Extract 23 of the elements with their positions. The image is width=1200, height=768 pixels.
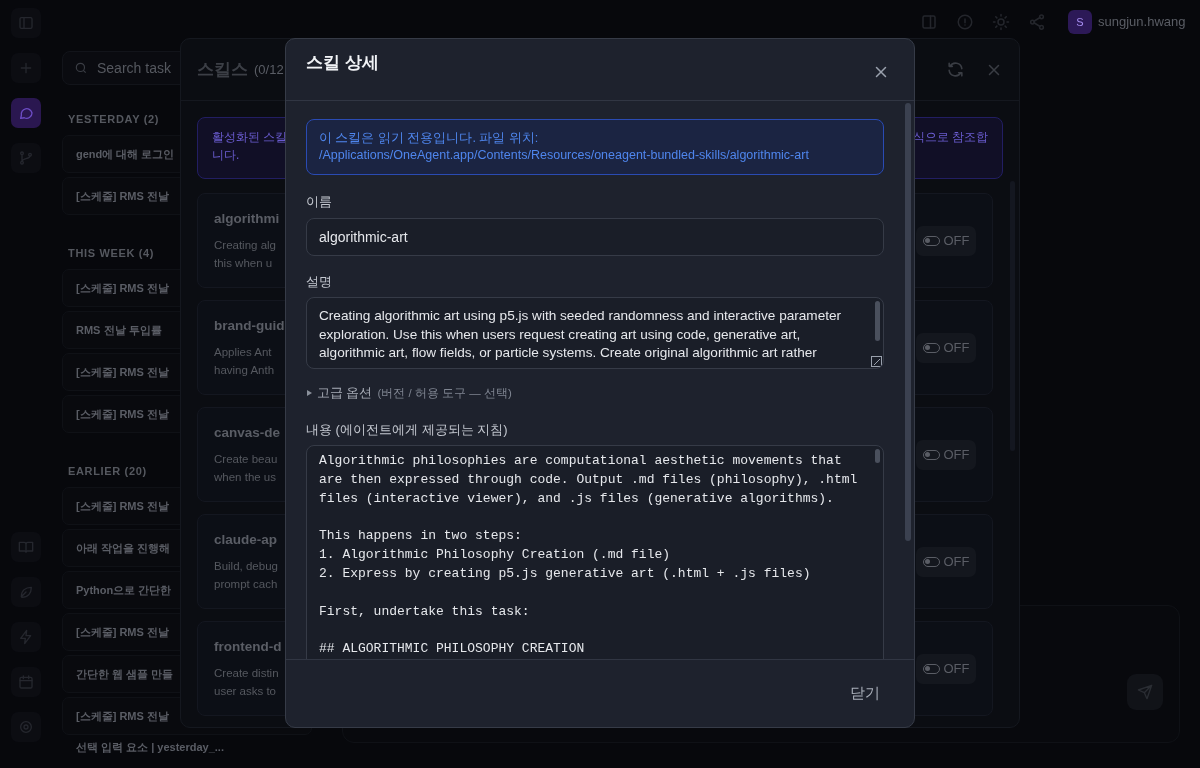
field-label: 설명 — [306, 272, 333, 291]
skill-name: algorithmi — [214, 210, 280, 229]
banner-text: 활성화된 스킬 — [212, 129, 288, 146]
group-title: YESTERDAY (2) — [68, 111, 160, 127]
skill-description: Build, debug prompt cach — [214, 558, 278, 592]
skill-description: Applies Ant having Anth — [214, 344, 276, 378]
field-label: 내용 (에이전트에게 제공되는 지침) — [306, 420, 509, 439]
skill-description: Create beau when the us — [214, 451, 279, 485]
skill-name: brand-guid — [214, 317, 285, 336]
skill-name: canvas-de — [214, 424, 281, 443]
field-label: 이름 — [306, 193, 333, 211]
skill-count: (0/12 — [254, 60, 284, 79]
user-name: sungjun.hwang — [1098, 13, 1186, 32]
skill-name: frontend-d — [214, 638, 282, 657]
group-title: EARLIER (20) — [68, 463, 147, 479]
skill-description: Create distin user asks to — [214, 665, 280, 699]
group-title: THIS WEEK (4) — [68, 245, 155, 261]
banner-text: 니다. — [212, 148, 240, 162]
skill-name: claude-ap — [214, 531, 278, 550]
banner-text: 식으로 참조합 — [912, 129, 988, 146]
skill-description: Creating alg this when u — [214, 237, 277, 271]
dialog-title: 스킬 상세 — [306, 53, 379, 74]
readonly-notice: 이 스킬은 읽기 전용입니다. 파일 위치: /Applications/OneAgent.app/Contents/Resources/oneagent-bundled-skills/algorithmic-art — [306, 119, 884, 175]
